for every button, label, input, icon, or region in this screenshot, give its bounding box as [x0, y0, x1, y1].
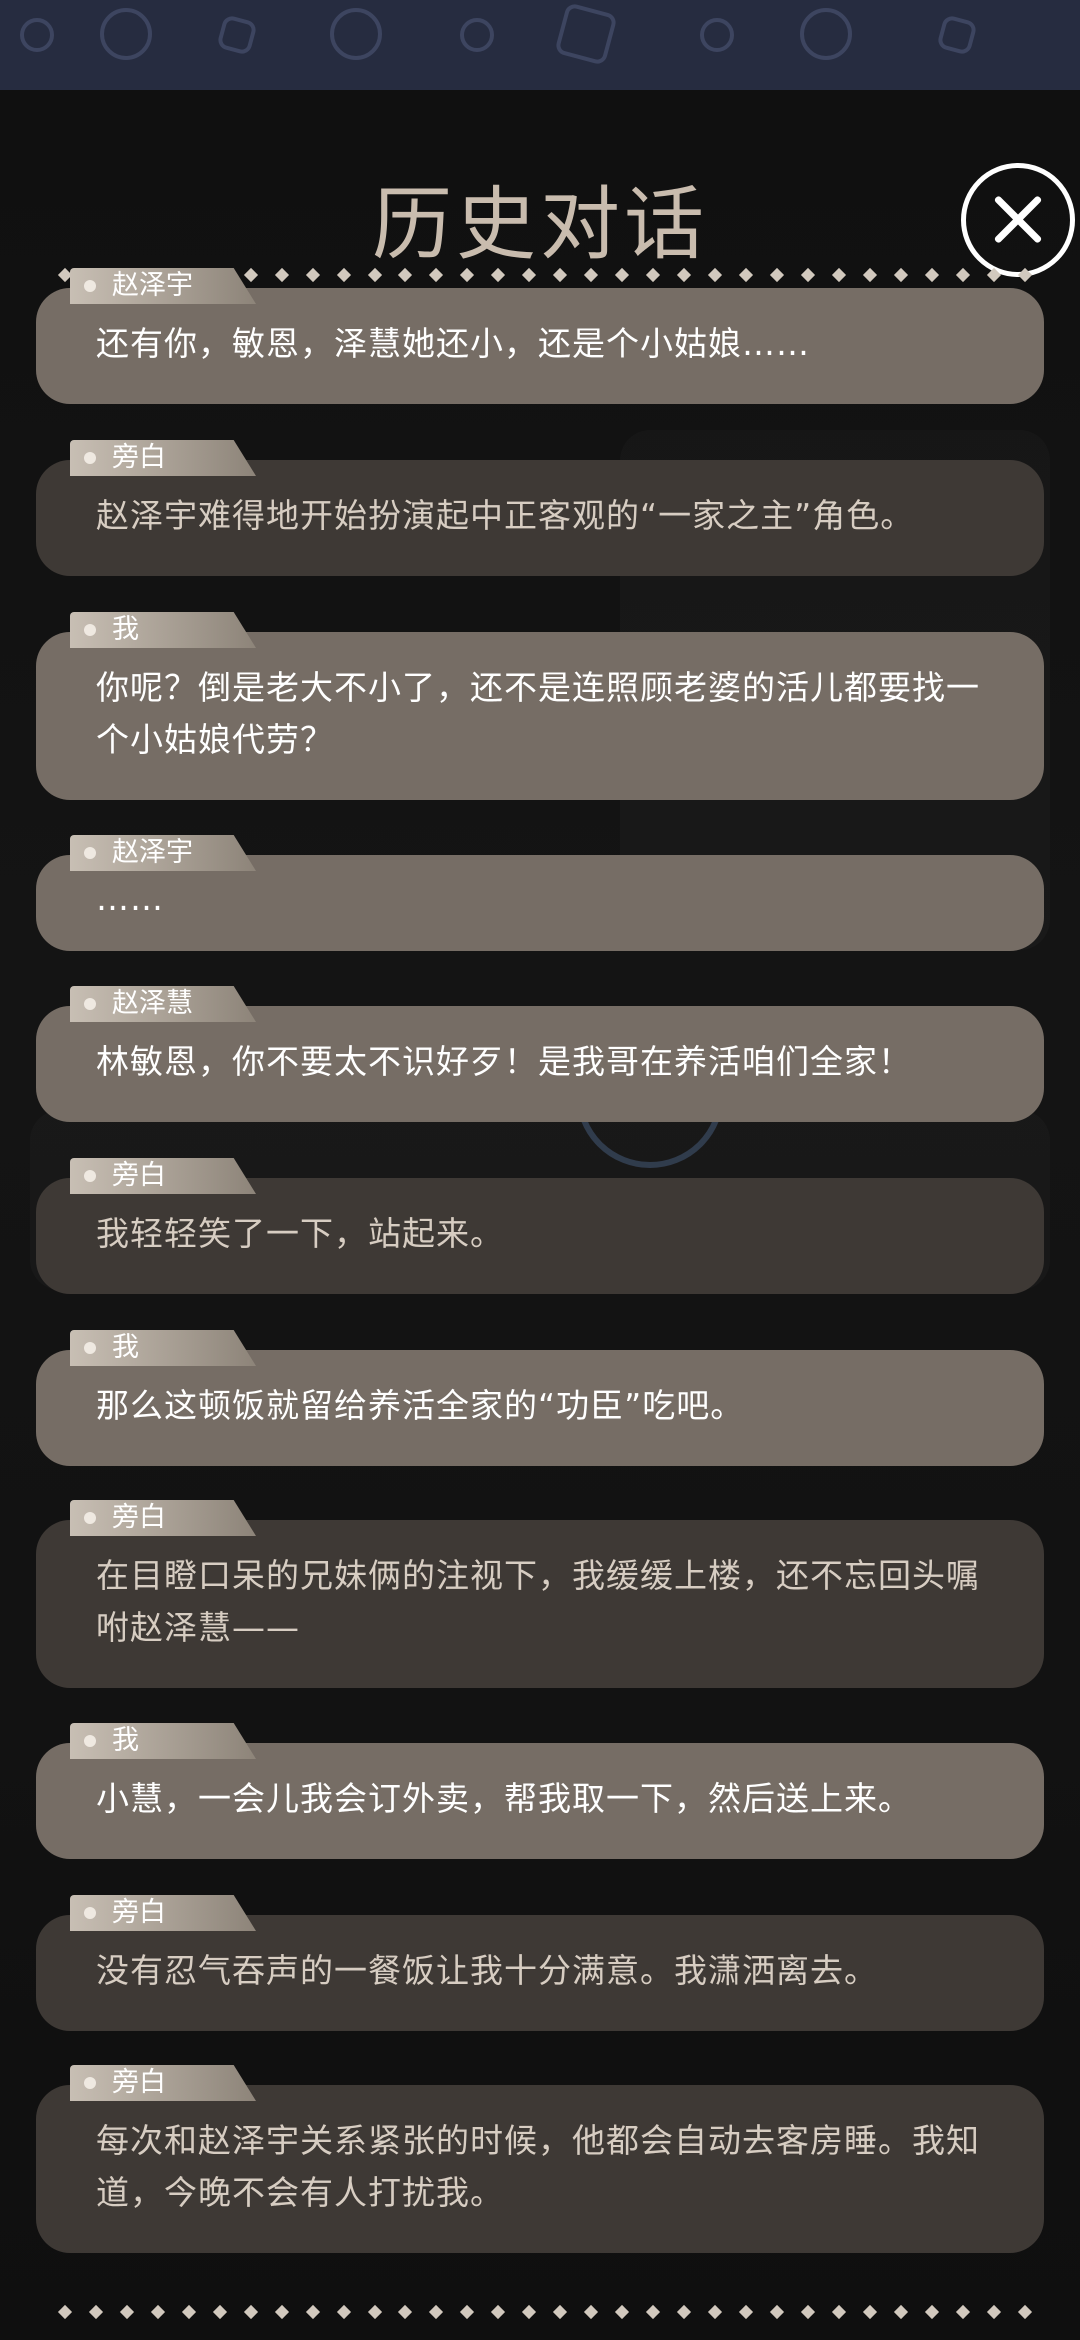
speaker-dot-icon [84, 1512, 96, 1524]
speaker-name: 赵泽慧 [112, 988, 193, 1019]
entry-text: 你呢？倒是老大不小了，还不是连照顾老婆的活儿都要找一个小姑娘代劳？ [96, 668, 980, 759]
narration-bubble: 我轻轻笑了一下，站起来。 [36, 1178, 1044, 1294]
speaker-name: 我 [112, 1725, 139, 1756]
entry-text: 在目瞪口呆的兄妹俩的注视下，我缓缓上楼，还不忘回头嘱咐赵泽慧—— [96, 1556, 980, 1647]
history-entry: 那么这顿饭就留给养活全家的“功臣”吃吧。 我 [36, 1330, 1044, 1466]
history-entry: 小慧，一会儿我会订外卖，帮我取一下，然后送上来。 我 [36, 1723, 1044, 1859]
speaker-tag: 赵泽宇 [70, 835, 256, 871]
speaker-name: 旁白 [112, 442, 166, 473]
speaker-tag: 旁白 [70, 440, 256, 476]
entry-text: 小慧，一会儿我会订外卖，帮我取一下，然后送上来。 [96, 1779, 912, 1818]
history-entry: 林敏恩，你不要太不识好歹！是我哥在养活咱们全家！ 赵泽慧 [36, 986, 1044, 1122]
narration-bubble: 每次和赵泽宇关系紧张的时候，他都会自动去客房睡。我知道，今晚不会有人打扰我。 [36, 2085, 1044, 2253]
speaker-dot-icon [84, 1907, 96, 1919]
history-entry: 我轻轻笑了一下，站起来。 旁白 [36, 1158, 1044, 1294]
speaker-dot-icon [84, 998, 96, 1010]
dialogue-bubble: 还有你，敏恩，泽慧她还小，还是个小姑娘…… [36, 288, 1044, 404]
speaker-name: 我 [112, 614, 139, 645]
speaker-tag: 旁白 [70, 1895, 256, 1931]
dialogue-bubble: 那么这顿饭就留给养活全家的“功臣”吃吧。 [36, 1350, 1044, 1466]
speaker-name: 赵泽宇 [112, 270, 193, 301]
history-entry: 赵泽宇难得地开始扮演起中正客观的“一家之主”角色。 旁白 [36, 440, 1044, 576]
entry-text: 赵泽宇难得地开始扮演起中正客观的“一家之主”角色。 [96, 496, 915, 535]
narration-bubble: 没有忍气吞声的一餐饭让我十分满意。我潇洒离去。 [36, 1915, 1044, 2031]
speaker-dot-icon [84, 1170, 96, 1182]
history-entry: 每次和赵泽宇关系紧张的时候，他都会自动去客房睡。我知道，今晚不会有人打扰我。 旁白 [36, 2065, 1044, 2253]
entry-text: 林敏恩，你不要太不识好歹！是我哥在养活咱们全家！ [96, 1042, 912, 1081]
speaker-tag: 我 [70, 1723, 256, 1759]
speaker-tag: 赵泽慧 [70, 986, 256, 1022]
doodle-icon [460, 18, 494, 52]
history-entry: 没有忍气吞声的一餐饭让我十分满意。我潇洒离去。 旁白 [36, 1895, 1044, 2031]
entry-text: 还有你，敏恩，泽慧她还小，还是个小姑娘…… [96, 324, 810, 363]
speaker-dot-icon [84, 624, 96, 636]
history-entry: 在目瞪口呆的兄妹俩的注视下，我缓缓上楼，还不忘回头嘱咐赵泽慧—— 旁白 [36, 1500, 1044, 1688]
dialogue-history-list[interactable]: 还有你，敏恩，泽慧她还小，还是个小姑娘…… 赵泽宇 赵泽宇难得地开始扮演起中正客观的… [0, 90, 1080, 2340]
doodle-icon [800, 8, 852, 60]
speaker-tag: 我 [70, 612, 256, 648]
speaker-name: 旁白 [112, 1897, 166, 1928]
entry-text: 没有忍气吞声的一餐饭让我十分满意。我潇洒离去。 [96, 1951, 878, 1990]
entry-text: 每次和赵泽宇关系紧张的时候，他都会自动去客房睡。我知道，今晚不会有人打扰我。 [96, 2121, 980, 2212]
dialogue-bubble: 你呢？倒是老大不小了，还不是连照顾老婆的活儿都要找一个小姑娘代劳？ [36, 632, 1044, 800]
entry-text: …… [96, 879, 164, 918]
doodle-icon [216, 14, 258, 56]
speaker-tag: 旁白 [70, 2065, 256, 2101]
speaker-dot-icon [84, 1735, 96, 1747]
history-entry: 你呢？倒是老大不小了，还不是连照顾老婆的活儿都要找一个小姑娘代劳？ 我 [36, 612, 1044, 800]
doodle-icon [330, 8, 382, 60]
speaker-name: 旁白 [112, 2067, 166, 2098]
doodle-icon [936, 14, 978, 56]
speaker-name: 旁白 [112, 1160, 166, 1191]
speaker-dot-icon [84, 1342, 96, 1354]
narration-bubble: 在目瞪口呆的兄妹俩的注视下，我缓缓上楼，还不忘回头嘱咐赵泽慧—— [36, 1520, 1044, 1688]
speaker-tag: 旁白 [70, 1158, 256, 1194]
speaker-dot-icon [84, 452, 96, 464]
doodle-icon [554, 2, 618, 66]
entry-text: 那么这顿饭就留给养活全家的“功臣”吃吧。 [96, 1386, 745, 1425]
speaker-dot-icon [84, 2077, 96, 2089]
narration-bubble: 赵泽宇难得地开始扮演起中正客观的“一家之主”角色。 [36, 460, 1044, 576]
speaker-tag: 旁白 [70, 1500, 256, 1536]
dialogue-bubble: 林敏恩，你不要太不识好歹！是我哥在养活咱们全家！ [36, 1006, 1044, 1122]
speaker-dot-icon [84, 847, 96, 859]
speaker-name: 赵泽宇 [112, 837, 193, 868]
doodle-icon [100, 8, 152, 60]
top-pattern-strip [0, 0, 1080, 90]
doodle-icon [20, 18, 54, 52]
history-dialog-panel: 历史对话 还有你，敏恩，泽慧她还小，还是个小姑娘…… 赵泽宇 赵泽宇难得地开始扮演起… [0, 90, 1080, 2340]
speaker-tag: 我 [70, 1330, 256, 1366]
speaker-name: 旁白 [112, 1502, 166, 1533]
history-entry: …… 赵泽宇 [36, 835, 1044, 951]
dialogue-bubble: 小慧，一会儿我会订外卖，帮我取一下，然后送上来。 [36, 1743, 1044, 1859]
history-entry: 还有你，敏恩，泽慧她还小，还是个小姑娘…… 赵泽宇 [36, 268, 1044, 404]
entry-text: 我轻轻笑了一下，站起来。 [96, 1214, 504, 1253]
doodle-icon [700, 18, 734, 52]
speaker-name: 我 [112, 1332, 139, 1363]
speaker-tag: 赵泽宇 [70, 268, 256, 304]
speaker-dot-icon [84, 280, 96, 292]
